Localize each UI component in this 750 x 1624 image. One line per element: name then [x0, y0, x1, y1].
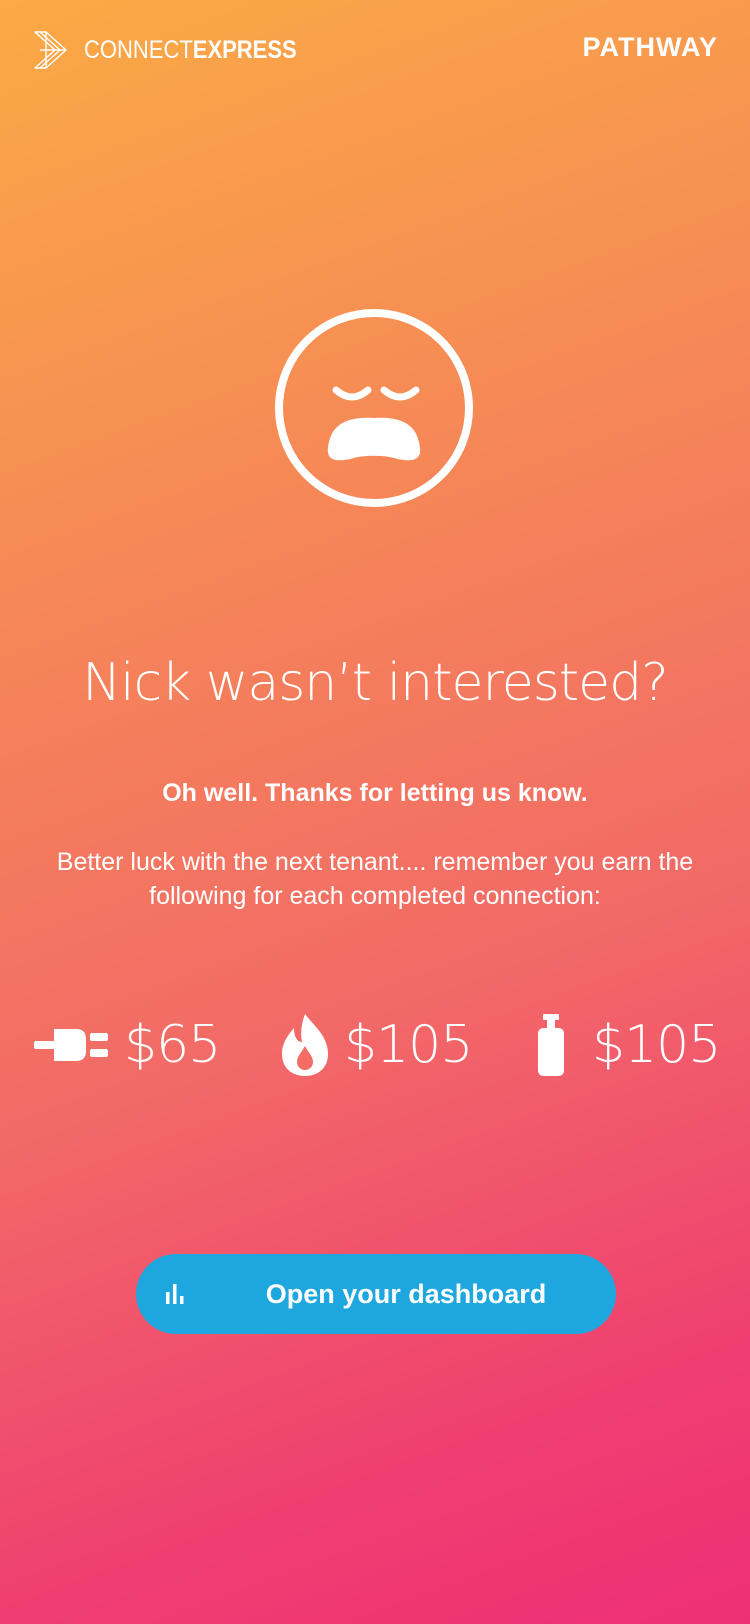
- page-title: Nick wasn’t interested?: [82, 653, 669, 713]
- reward-gas: $105: [280, 1005, 473, 1085]
- bar-chart-icon: [166, 1284, 184, 1304]
- rewards-row: $65 $105 $105: [0, 1005, 750, 1085]
- reward-value-bottled-gas: $105: [592, 1015, 721, 1075]
- subtitle: Oh well. Thanks for letting us know.: [162, 779, 588, 807]
- electric-plug-icon: [34, 1029, 108, 1061]
- reward-bottled-gas: $105: [538, 1005, 721, 1085]
- body-text: Better luck with the next tenant.... rem…: [56, 848, 694, 910]
- open-dashboard-label: Open your dashboard: [265, 1279, 547, 1309]
- gas-flame-icon: [282, 1014, 328, 1076]
- gas-bottle-icon: [538, 1014, 564, 1076]
- reward-value-gas: $105: [344, 1015, 473, 1075]
- sad-face-icon: [275, 309, 473, 507]
- open-dashboard-button[interactable]: Open your dashboard: [136, 1254, 616, 1334]
- connect-express-logo[interactable]: CONNECT EXPRESS: [34, 30, 326, 70]
- brand-connect-text: CONNECT: [84, 35, 193, 64]
- reward-electricity: $65: [34, 1005, 221, 1085]
- reward-value-electricity: $65: [124, 1015, 221, 1075]
- chevron-logo-icon: [34, 31, 67, 69]
- brand-express-text: EXPRESS: [192, 35, 297, 64]
- pathway-logo[interactable]: PATHWAY: [582, 34, 718, 61]
- brand-wordmark: CONNECT EXPRESS: [84, 35, 297, 64]
- header: CONNECT EXPRESS PATHWAY: [0, 0, 750, 110]
